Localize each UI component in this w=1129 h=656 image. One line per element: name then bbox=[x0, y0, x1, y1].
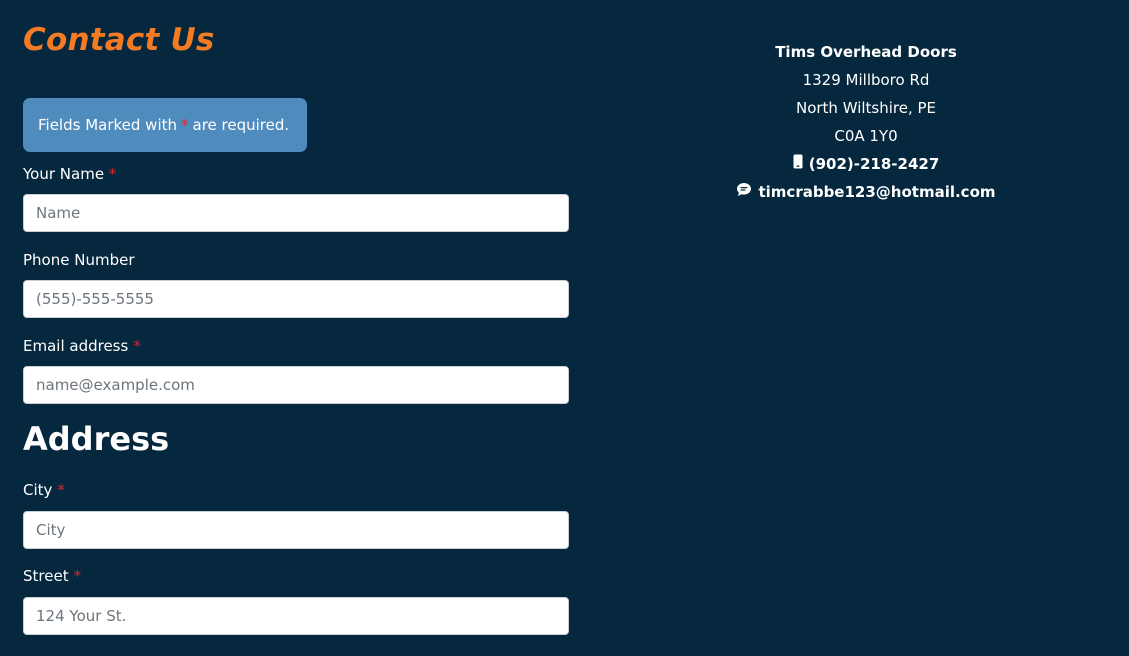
business-contact-info: Tims Overhead Doors 1329 Millboro Rd Nor… bbox=[700, 38, 1032, 206]
street-input[interactable] bbox=[23, 597, 569, 635]
city-label: City * bbox=[23, 481, 65, 499]
phone-input[interactable] bbox=[23, 280, 569, 318]
notice-text-before: Fields Marked with bbox=[38, 116, 177, 134]
postal-code: C0A 1Y0 bbox=[834, 127, 898, 145]
city-label-text: City bbox=[23, 481, 53, 499]
address-line-2: North Wiltshire, PE bbox=[795, 99, 937, 117]
chat-bubble-icon bbox=[736, 178, 752, 206]
phone-row: (902)-218-2427 bbox=[700, 150, 1032, 178]
notice-required-star: * bbox=[181, 116, 189, 134]
page-title: Contact Us bbox=[23, 22, 215, 58]
name-label-text: Your Name bbox=[23, 165, 105, 183]
required-star: * bbox=[133, 337, 141, 355]
required-star: * bbox=[73, 567, 82, 585]
email-label: Email address * bbox=[23, 337, 141, 355]
address-line-1: 1329 Millboro Rd bbox=[802, 71, 930, 89]
required-fields-notice: Fields Marked with * are required. bbox=[23, 98, 307, 152]
street-label: Street * bbox=[23, 567, 81, 585]
city-input[interactable] bbox=[23, 511, 569, 549]
contact-page: Contact Us Fields Marked with * are requ… bbox=[0, 0, 1129, 656]
name-label: Your Name * bbox=[23, 165, 117, 183]
phone-label: Phone Number bbox=[23, 251, 135, 269]
required-star: * bbox=[109, 165, 117, 183]
mobile-phone-icon bbox=[793, 150, 803, 178]
phone-label-text: Phone Number bbox=[23, 251, 135, 269]
address-heading: Address bbox=[23, 420, 170, 458]
email-link[interactable]: timcrabbe123@hotmail.com bbox=[758, 178, 995, 206]
email-label-text: Email address bbox=[23, 337, 129, 355]
name-input[interactable] bbox=[23, 194, 569, 232]
required-star: * bbox=[57, 481, 65, 499]
street-label-text: Street bbox=[23, 567, 69, 585]
email-input[interactable] bbox=[23, 366, 569, 404]
phone-link[interactable]: (902)-218-2427 bbox=[809, 150, 940, 178]
email-row: timcrabbe123@hotmail.com bbox=[700, 178, 1032, 206]
business-name: Tims Overhead Doors bbox=[775, 43, 957, 61]
notice-text-after: are required. bbox=[192, 116, 290, 134]
